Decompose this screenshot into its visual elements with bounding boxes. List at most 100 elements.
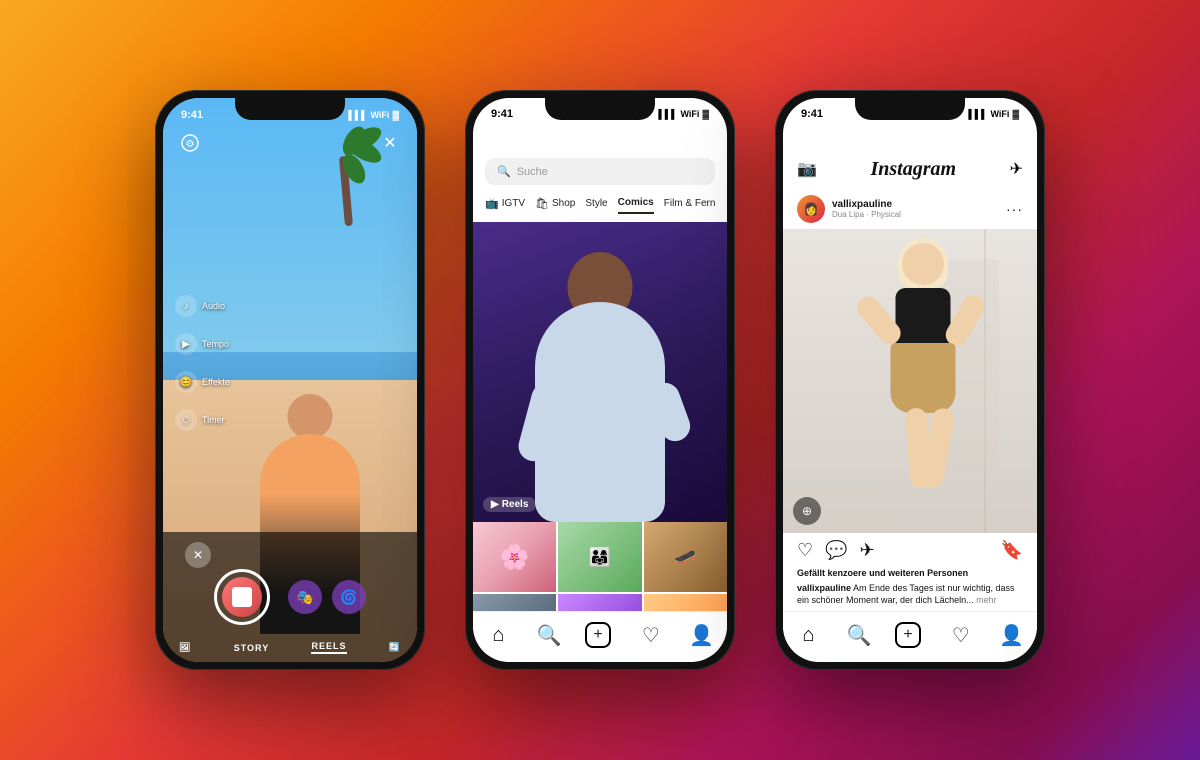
nav-search-2[interactable]: 🔍 bbox=[534, 623, 564, 648]
nav-heart-3[interactable]: ♡ bbox=[946, 623, 976, 648]
thumb-4[interactable] bbox=[558, 594, 641, 611]
camera-header-icon[interactable]: 📷 bbox=[797, 159, 817, 179]
camera-flip-icon[interactable]: 🔄 bbox=[389, 642, 401, 653]
phone-3-screen: 9:41 ▌▌▌ WiFi ▓ 📷 Instagram ✈ 👩 bbox=[783, 98, 1037, 662]
explore-area: ▶ Reels 🌸 👨‍👩‍👧 🛹 bbox=[473, 222, 727, 611]
send-header-icon[interactable]: ✈ bbox=[1010, 159, 1023, 179]
signal-icon-1: ▌▌▌ bbox=[348, 110, 367, 120]
post-actions: ♡ 💬 ✈ 🔖 bbox=[783, 533, 1037, 568]
notch-1 bbox=[235, 98, 345, 120]
record-button-inner bbox=[222, 577, 262, 617]
post-more-button[interactable]: ··· bbox=[1006, 201, 1023, 217]
nav-home-2[interactable]: ⌂ bbox=[483, 624, 513, 647]
caption-username[interactable]: vallixpauline bbox=[797, 583, 851, 593]
action-left-buttons: ♡ 💬 ✈ bbox=[797, 540, 875, 561]
effect-button-1[interactable]: 🎭 bbox=[288, 580, 322, 614]
comics-tab[interactable]: Comics bbox=[618, 193, 654, 214]
comics-label: Comics bbox=[618, 197, 654, 208]
shop-tab[interactable]: 🛍 Shop bbox=[535, 193, 575, 214]
shop-icon: 🛍 bbox=[535, 197, 549, 210]
caption-more[interactable]: mehr bbox=[976, 595, 997, 605]
phone-2-screen: 9:41 ▌▌▌ WiFi ▓ 🔍 Suche 📺 IGTV bbox=[473, 98, 727, 662]
nav-add-2[interactable]: + bbox=[585, 622, 615, 648]
igtv-tab[interactable]: 📺 IGTV bbox=[485, 193, 525, 214]
share-button[interactable]: ✈ bbox=[860, 540, 875, 561]
post-user: 👩 vallixpauline Dua Lipa · Physical bbox=[797, 195, 901, 223]
tempo-control[interactable]: ▶ Tempo bbox=[175, 333, 230, 355]
phone-2: 9:41 ▌▌▌ WiFi ▓ 🔍 Suche 📺 IGTV bbox=[465, 90, 735, 670]
cancel-recording-button[interactable]: ✕ bbox=[185, 542, 211, 568]
status-icons-2: ▌▌▌ WiFi ▓ bbox=[658, 109, 709, 119]
effect-button-2[interactable]: 🌀 bbox=[332, 580, 366, 614]
effects-control[interactable]: 😊 Effekte bbox=[175, 371, 230, 393]
nav-profile-2[interactable]: 👤 bbox=[687, 623, 717, 648]
tempo-label: Tempo bbox=[202, 339, 229, 349]
comment-button[interactable]: 💬 bbox=[825, 540, 847, 561]
nav-profile-3[interactable]: 👤 bbox=[997, 623, 1027, 648]
reels-icon: ▶ bbox=[491, 499, 499, 510]
bottom-nav-2: ⌂ 🔍 + ♡ 👤 bbox=[473, 611, 727, 662]
battery-icon-2: ▓ bbox=[702, 109, 709, 119]
thumb-2[interactable]: 🛹 bbox=[644, 522, 727, 592]
record-button[interactable] bbox=[214, 569, 270, 625]
wifi-icon-2: WiFi bbox=[681, 109, 700, 119]
audio-control[interactable]: ♪ Audio bbox=[175, 295, 230, 317]
effects-icon: 😊 bbox=[175, 371, 197, 393]
dance-top bbox=[896, 288, 951, 348]
igtv-icon: 📺 bbox=[485, 197, 499, 210]
record-icon bbox=[232, 587, 252, 607]
wifi-icon-1: WiFi bbox=[371, 110, 390, 120]
igtv-label: IGTV bbox=[502, 198, 525, 209]
post-header: 👩 vallixpauline Dua Lipa · Physical ··· bbox=[783, 189, 1037, 229]
bookmark-button[interactable]: 🔖 bbox=[1001, 540, 1023, 561]
reels-text: Reels bbox=[502, 499, 529, 510]
dance-skirt bbox=[891, 343, 956, 413]
thumb-5[interactable] bbox=[644, 594, 727, 611]
instagram-logo: Instagram bbox=[870, 158, 956, 181]
battery-icon-3: ▓ bbox=[1012, 109, 1019, 119]
nav-search-3[interactable]: 🔍 bbox=[844, 623, 874, 648]
bottom-nav-3: ⌂ 🔍 + ♡ 👤 bbox=[783, 611, 1037, 662]
timer-icon: ⏱ bbox=[175, 409, 197, 431]
flash-button[interactable]: ⚙ bbox=[177, 130, 203, 156]
battery-icon-1: ▓ bbox=[392, 110, 399, 120]
status-time-1: 9:41 bbox=[181, 109, 203, 121]
film-tab[interactable]: Film & Fern bbox=[664, 193, 715, 214]
search-header: 🔍 Suche 📺 IGTV 🛍 Shop Style bbox=[473, 126, 727, 222]
post-likes: Gefällt kenzoere und weiteren Personen bbox=[783, 568, 1037, 578]
nav-heart-2[interactable]: ♡ bbox=[636, 623, 666, 648]
reels-tab[interactable]: REELS bbox=[311, 641, 346, 654]
svg-text:⚙: ⚙ bbox=[186, 139, 195, 150]
close-button[interactable]: ✕ bbox=[377, 130, 403, 156]
wifi-icon-3: WiFi bbox=[991, 109, 1010, 119]
status-time-3: 9:41 bbox=[801, 108, 823, 120]
post-username[interactable]: vallixpauline bbox=[832, 199, 901, 210]
post-subtitle: Dua Lipa · Physical bbox=[832, 210, 901, 219]
search-bar[interactable]: 🔍 Suche bbox=[485, 158, 715, 185]
mode-tabs: 🖼 STORY REELS 🔄 bbox=[163, 641, 417, 654]
nav-home-3[interactable]: ⌂ bbox=[793, 624, 823, 647]
likes-username[interactable]: kenzoere bbox=[828, 568, 867, 578]
save-overlay-button[interactable]: ⊕ bbox=[793, 497, 821, 525]
like-button[interactable]: ♡ bbox=[797, 540, 813, 561]
story-tab[interactable]: STORY bbox=[234, 643, 270, 653]
thumb-0[interactable]: 🌸 bbox=[473, 522, 556, 592]
dancing-person bbox=[858, 233, 988, 533]
notch-2 bbox=[545, 98, 655, 120]
reels-label: ▶ Reels bbox=[483, 497, 536, 512]
tempo-icon: ▶ bbox=[175, 333, 197, 355]
timer-label: Timer bbox=[202, 415, 225, 425]
timer-control[interactable]: ⏱ Timer bbox=[175, 409, 230, 431]
shop-label: Shop bbox=[552, 198, 575, 209]
likes-suffix: und weiteren Personen bbox=[869, 568, 968, 578]
thumb-1[interactable]: 👨‍👩‍👧 bbox=[558, 522, 641, 592]
thumb-3[interactable] bbox=[473, 594, 556, 611]
phone-1-screen: 9:41 ▌▌▌ WiFi ▓ bbox=[163, 98, 417, 662]
style-tab[interactable]: Style bbox=[585, 193, 607, 214]
nav-add-3[interactable]: + bbox=[895, 622, 925, 648]
recording-controls: ✕ 🎭 🌀 🖼 STORY REELS � bbox=[163, 532, 417, 662]
reels-featured-video[interactable]: ▶ Reels bbox=[473, 222, 727, 522]
post-avatar[interactable]: 👩 bbox=[797, 195, 825, 223]
explore-grid: 🌸 👨‍👩‍👧 🛹 bbox=[473, 522, 727, 611]
notch-3 bbox=[855, 98, 965, 120]
